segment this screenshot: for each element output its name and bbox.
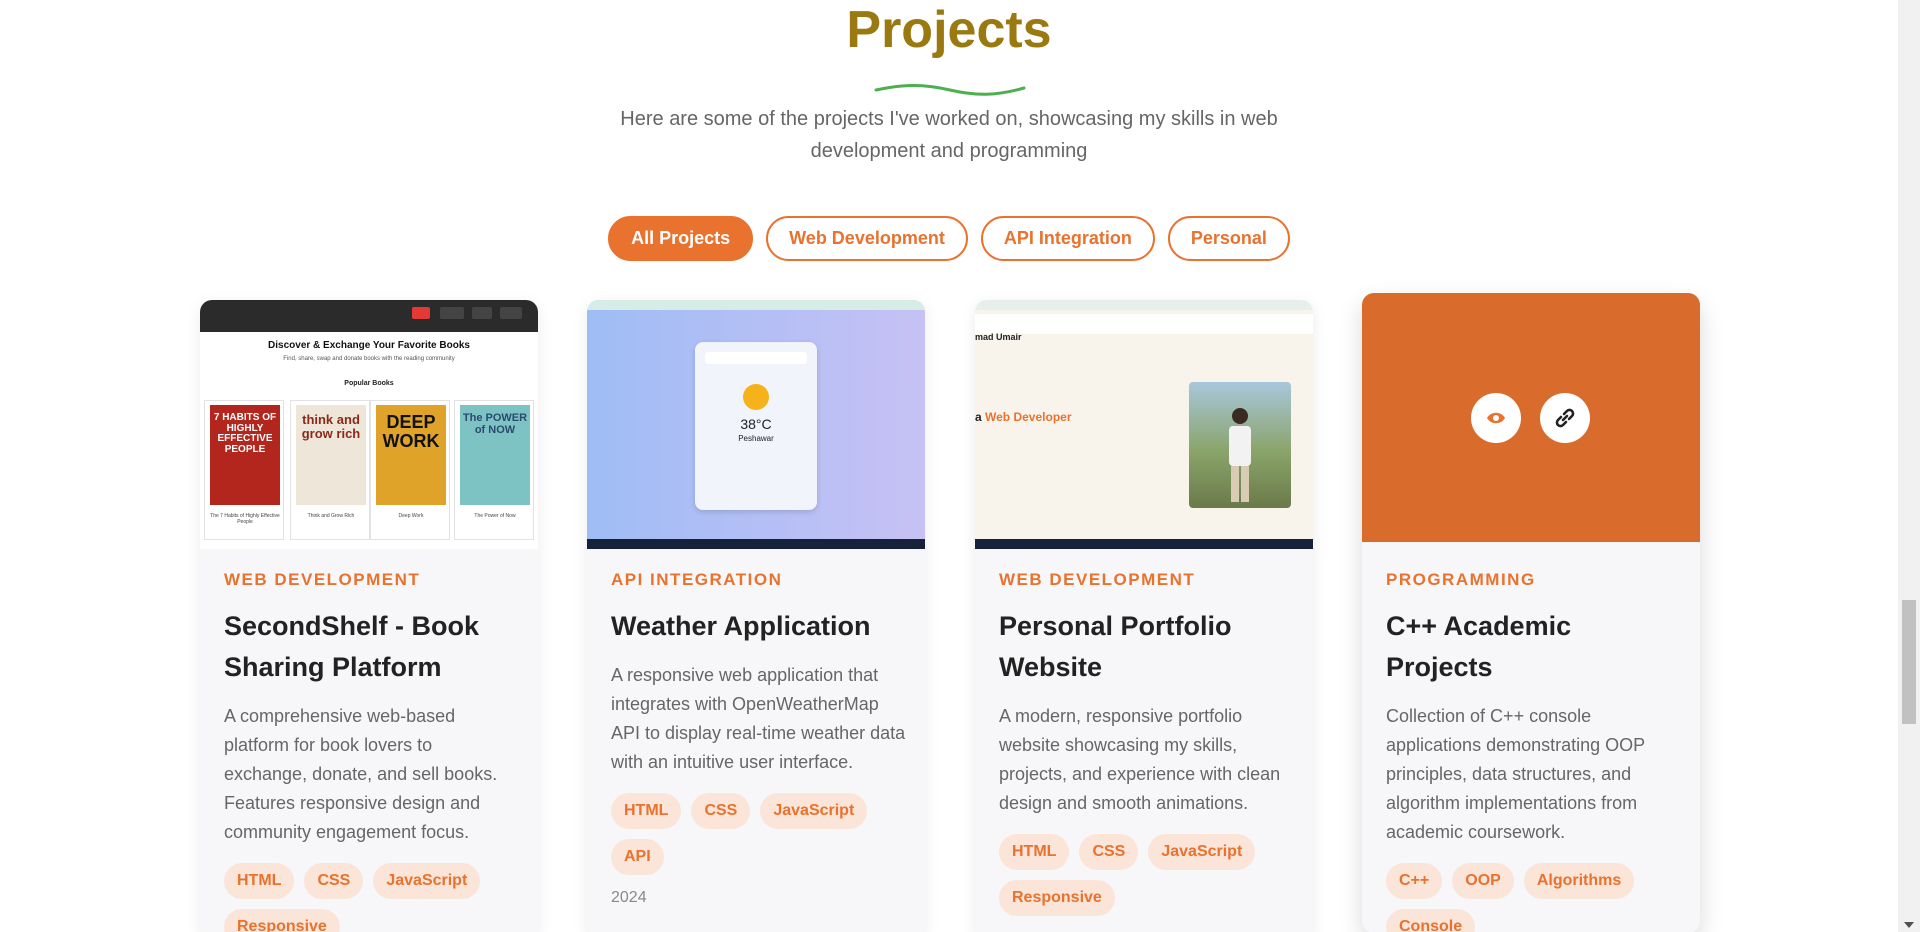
tag: C++ — [1386, 863, 1443, 899]
project-title: Weather Application — [611, 611, 871, 641]
project-tags: HTML CSS JavaScript API — [611, 793, 907, 875]
thumb-site-name: mad Umair — [975, 332, 1022, 342]
project-title: SecondShelf - Book Sharing Platform — [224, 611, 480, 682]
tag: JavaScript — [373, 863, 481, 899]
tag: JavaScript — [1148, 834, 1256, 870]
tag: Algorithms — [1523, 863, 1635, 899]
project-description: Collection of C++ console applications d… — [1386, 706, 1645, 842]
thumb-temperature: 38°C — [740, 416, 772, 432]
project-description: A comprehensive web-based platform for b… — [224, 706, 498, 842]
thumb-subheading: Find, share, swap and donate books with … — [283, 356, 455, 362]
project-thumbnail: Discover & Exchange Your Favorite Books … — [200, 300, 538, 549]
filter-all-projects[interactable]: All Projects — [608, 216, 754, 261]
tag: CSS — [691, 793, 751, 829]
project-tags: HTML CSS JavaScript Responsive — [224, 863, 520, 932]
thumb-navbar — [200, 300, 538, 332]
thumb-book: 7 HABITS OF HIGHLY EFFECTIVE PEOPLE The … — [204, 400, 284, 540]
tag: Responsive — [224, 909, 340, 932]
scrollbar-thumb[interactable] — [1902, 600, 1916, 724]
sun-icon — [743, 384, 769, 410]
project-category: API INTEGRATION — [611, 570, 783, 589]
tag: HTML — [224, 863, 295, 899]
thumb-city: Peshawar — [738, 434, 774, 443]
tag: CSS — [1079, 834, 1139, 870]
eye-icon — [1487, 412, 1505, 424]
tag: CSS — [304, 863, 364, 899]
project-tags: C++ OOP Algorithms Console — [1386, 863, 1682, 932]
thumb-popular-label: Popular Books — [344, 380, 394, 387]
project-title: C++ Academic Projects — [1386, 611, 1572, 682]
view-project-button[interactable] — [1471, 393, 1521, 443]
scroll-down-arrow-icon[interactable] — [1904, 922, 1914, 928]
project-thumbnail: 38°C Peshawar — [587, 300, 925, 549]
project-tags: HTML CSS JavaScript Responsive — [999, 834, 1295, 916]
thumb-taskbar — [975, 539, 1313, 549]
project-year: 2024 — [611, 889, 647, 906]
section-subtitle: Here are some of the projects I've worke… — [620, 108, 1278, 162]
tag: Responsive — [999, 880, 1115, 916]
project-card-cpp[interactable]: PROGRAMMING C++ Academic Projects Collec… — [1362, 293, 1700, 932]
tag: Console — [1386, 909, 1476, 932]
section-title: Projects — [846, 1, 1052, 59]
thumb-taskbar — [587, 539, 925, 549]
thumb-book: The POWER of NOW The Power of Now — [454, 400, 534, 540]
thumb-book: DEEP WORK Deep Work — [370, 400, 450, 540]
tag: HTML — [611, 793, 682, 829]
project-description: A modern, responsive portfolio website s… — [999, 706, 1281, 813]
project-card-weather[interactable]: 38°C Peshawar API INTEGRATION Weather Ap… — [587, 300, 925, 932]
tag: HTML — [999, 834, 1070, 870]
project-thumbnail: mad Umair a Web Developer — [975, 300, 1313, 549]
title-underline-squiggle — [874, 84, 1026, 96]
tag: JavaScript — [760, 793, 868, 829]
project-link-button[interactable] — [1540, 393, 1590, 443]
projects-section: Projects Here are some of the projects I… — [0, 0, 1898, 932]
project-category: WEB DEVELOPMENT — [224, 570, 421, 589]
project-category: PROGRAMMING — [1386, 570, 1536, 589]
thumb-weather-widget: 38°C Peshawar — [695, 342, 817, 510]
thumb-navbar: mad Umair — [975, 314, 1313, 342]
thumb-hero-text: a Web Developer — [975, 410, 1072, 424]
filter-api-integration[interactable]: API Integration — [980, 216, 1155, 261]
tag: API — [611, 839, 664, 875]
link-icon — [1555, 408, 1575, 428]
project-filters: All Projects Web Development API Integra… — [0, 216, 1898, 261]
filter-web-development[interactable]: Web Development — [766, 216, 968, 261]
thumb-search-field — [705, 352, 807, 364]
project-thumbnail — [1362, 293, 1700, 542]
project-card-secondshelf[interactable]: Discover & Exchange Your Favorite Books … — [200, 300, 538, 932]
project-title: Personal Portfolio Website — [999, 611, 1232, 682]
project-category: WEB DEVELOPMENT — [999, 570, 1196, 589]
thumb-book: think and grow rich Think and Grow Rich — [290, 400, 370, 540]
thumb-profile-photo — [1189, 382, 1291, 508]
thumb-heading: Discover & Exchange Your Favorite Books — [268, 340, 470, 351]
tag: OOP — [1452, 863, 1514, 899]
project-description: A responsive web application that integr… — [611, 665, 906, 772]
filter-personal[interactable]: Personal — [1167, 216, 1290, 261]
page-scrollbar[interactable] — [1898, 0, 1920, 932]
project-card-portfolio[interactable]: mad Umair a Web Developer WEB DEVELOPMEN… — [975, 300, 1313, 932]
